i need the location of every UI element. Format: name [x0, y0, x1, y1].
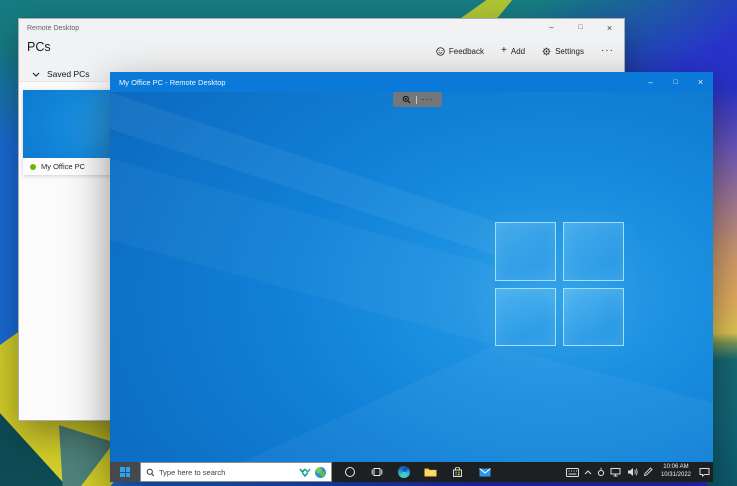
remote-desktop-screen[interactable]: ··· [110, 92, 713, 462]
more-icon: ··· [421, 94, 434, 104]
action-center-icon [699, 468, 710, 477]
globe-icon[interactable] [315, 466, 326, 478]
more-icon: ··· [601, 45, 614, 56]
taskbar-app-icons [336, 462, 498, 482]
remote-minimize-button[interactable]: – [638, 72, 663, 92]
saved-pcs-label: Saved PCs [47, 69, 90, 79]
search-input[interactable] [159, 467, 295, 477]
remote-close-button[interactable]: × [688, 72, 713, 92]
task-view-icon [371, 468, 382, 476]
plus-icon: + [501, 45, 507, 56]
touch-keyboard-button[interactable] [565, 467, 579, 477]
windows-ink-button[interactable] [643, 467, 653, 477]
edge-icon [397, 466, 410, 478]
connection-bar: ··· [393, 92, 442, 107]
search-icon [146, 468, 155, 476]
pc-status-dot [30, 163, 36, 170]
app-maximize-button[interactable]: □ [566, 19, 595, 36]
clock-date: 10/31/2022 [660, 472, 691, 478]
page-title: PCs [27, 40, 51, 54]
taskbar-clock[interactable]: 10:06 AM 10/31/2022 [661, 464, 691, 480]
more-options-button[interactable]: ··· [601, 46, 614, 56]
windows-logo-pane [563, 287, 624, 346]
app-close-button[interactable]: × [595, 19, 624, 36]
app-window-title: Remote Desktop [27, 25, 80, 32]
app-minimize-button[interactable]: – [537, 19, 566, 36]
action-center-button[interactable] [699, 467, 710, 477]
remote-taskbar: 10:06 AM 10/31/2022 [110, 462, 713, 482]
network-icon [610, 468, 621, 477]
system-tray: 10:06 AM 10/31/2022 [565, 462, 713, 482]
add-label: Add [510, 46, 526, 56]
file-explorer-button[interactable] [417, 462, 444, 482]
clock-time: 10:06 AM [663, 464, 689, 471]
task-view-button[interactable] [363, 462, 390, 482]
store-icon [453, 466, 462, 477]
hidden-icons-button[interactable] [584, 469, 592, 475]
settings-button[interactable]: Settings [542, 47, 584, 56]
chevron-up-icon [584, 469, 592, 474]
remote-titlebar[interactable]: My Office PC - Remote Desktop – □ × [110, 72, 713, 92]
taskbar-search-box [140, 462, 332, 482]
cortana-button[interactable] [336, 462, 363, 482]
status-icon [597, 467, 605, 477]
magnifier-icon [402, 95, 410, 104]
windows-logo [495, 222, 624, 346]
connection-more-button[interactable]: ··· [422, 95, 434, 104]
feedback-smiley-icon [436, 46, 445, 56]
volume-button[interactable] [627, 467, 638, 477]
store-button[interactable] [444, 462, 471, 482]
mail-button[interactable] [471, 462, 498, 482]
feedback-label: Feedback [448, 46, 485, 56]
app-caption-buttons: – □ × [537, 19, 624, 36]
windows-logo-pane [495, 222, 556, 281]
edge-button[interactable] [390, 462, 417, 482]
volume-icon [627, 468, 638, 476]
search-highlights-icon[interactable] [299, 467, 311, 477]
add-button[interactable]: + Add [501, 46, 525, 56]
folder-icon [424, 468, 437, 477]
network-button[interactable] [610, 467, 622, 477]
gear-icon [542, 47, 551, 55]
mail-icon [478, 467, 491, 476]
start-button[interactable] [110, 462, 140, 482]
pc-tile-name: My Office PC [41, 162, 86, 171]
pen-icon [643, 467, 653, 477]
connection-bar-separator [415, 95, 417, 104]
cortana-icon [344, 467, 355, 477]
remote-maximize-button[interactable]: □ [663, 72, 688, 92]
windows-logo-pane [495, 287, 556, 346]
tray-status-button[interactable] [597, 467, 605, 477]
app-toolbar: Feedback + Add Settings ··· [436, 46, 614, 56]
remote-window-title: My Office PC - Remote Desktop [119, 77, 226, 87]
remote-caption-buttons: – □ × [638, 72, 713, 92]
touch-keyboard-icon [565, 467, 579, 477]
windows-start-icon [120, 467, 130, 477]
screen: Remote Desktop – □ × PCs Feedback + Add … [0, 0, 737, 486]
chevron-down-icon [32, 72, 40, 77]
feedback-button[interactable]: Feedback [436, 47, 484, 56]
saved-pcs-header[interactable]: Saved PCs [32, 69, 90, 79]
zoom-button[interactable] [402, 95, 411, 104]
windows-logo-pane [563, 222, 624, 281]
remote-session-window: My Office PC - Remote Desktop – □ × ··· … [110, 72, 713, 482]
settings-label: Settings [555, 46, 584, 56]
